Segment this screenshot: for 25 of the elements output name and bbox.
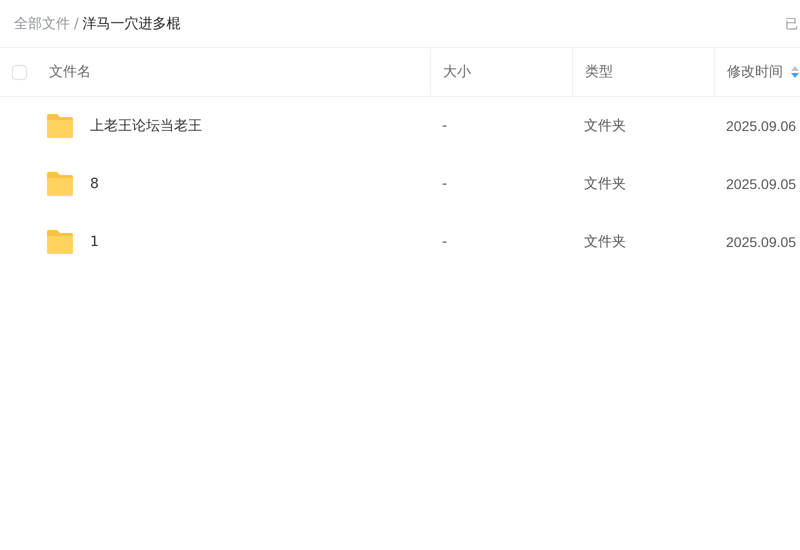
table-cell: 文件夹 — [584, 117, 626, 135]
file-name[interactable]: 1 — [90, 234, 99, 250]
breadcrumb-separator: / — [74, 16, 79, 32]
status-text: 已 — [785, 16, 798, 32]
file-name[interactable]: 8 — [90, 176, 99, 192]
table-cell: - — [442, 176, 448, 192]
folder-icon — [45, 113, 75, 139]
column-header[interactable]: 大小 — [443, 63, 471, 81]
file-name[interactable]: 上老王论坛当老王 — [90, 117, 202, 135]
breadcrumb-current: 洋马一穴进多棍 — [82, 14, 181, 32]
column-header[interactable]: 修改时间 — [727, 63, 783, 81]
sort-icon[interactable] — [791, 66, 799, 78]
select-all-checkbox[interactable] — [12, 64, 27, 80]
table-cell: 2025.09.05 — [726, 234, 796, 250]
breadcrumb-link[interactable]: 全部文件 — [14, 14, 70, 32]
column-header[interactable]: 类型 — [585, 63, 613, 81]
folder-icon — [45, 171, 75, 197]
table-cell: - — [442, 118, 448, 134]
column-header[interactable]: 文件名 — [49, 63, 91, 81]
table-cell: 2025.09.06 — [726, 118, 796, 134]
table-cell: 文件夹 — [584, 175, 626, 193]
folder-icon — [45, 229, 75, 255]
table-cell: 文件夹 — [584, 233, 626, 251]
table-cell: 2025.09.05 — [726, 176, 796, 192]
table-cell: - — [442, 234, 448, 250]
